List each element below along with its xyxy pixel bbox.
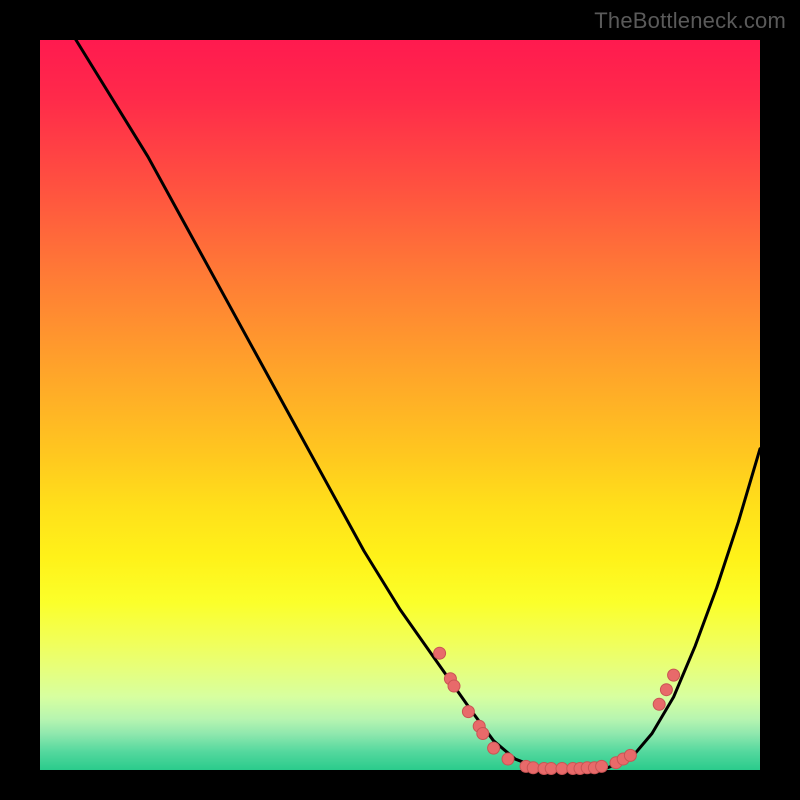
curve-markers — [434, 647, 680, 774]
curve-line — [40, 0, 760, 770]
chart-frame: TheBottleneck.com — [0, 0, 800, 800]
watermark-text: TheBottleneck.com — [594, 8, 786, 34]
chart-svg — [40, 40, 760, 770]
